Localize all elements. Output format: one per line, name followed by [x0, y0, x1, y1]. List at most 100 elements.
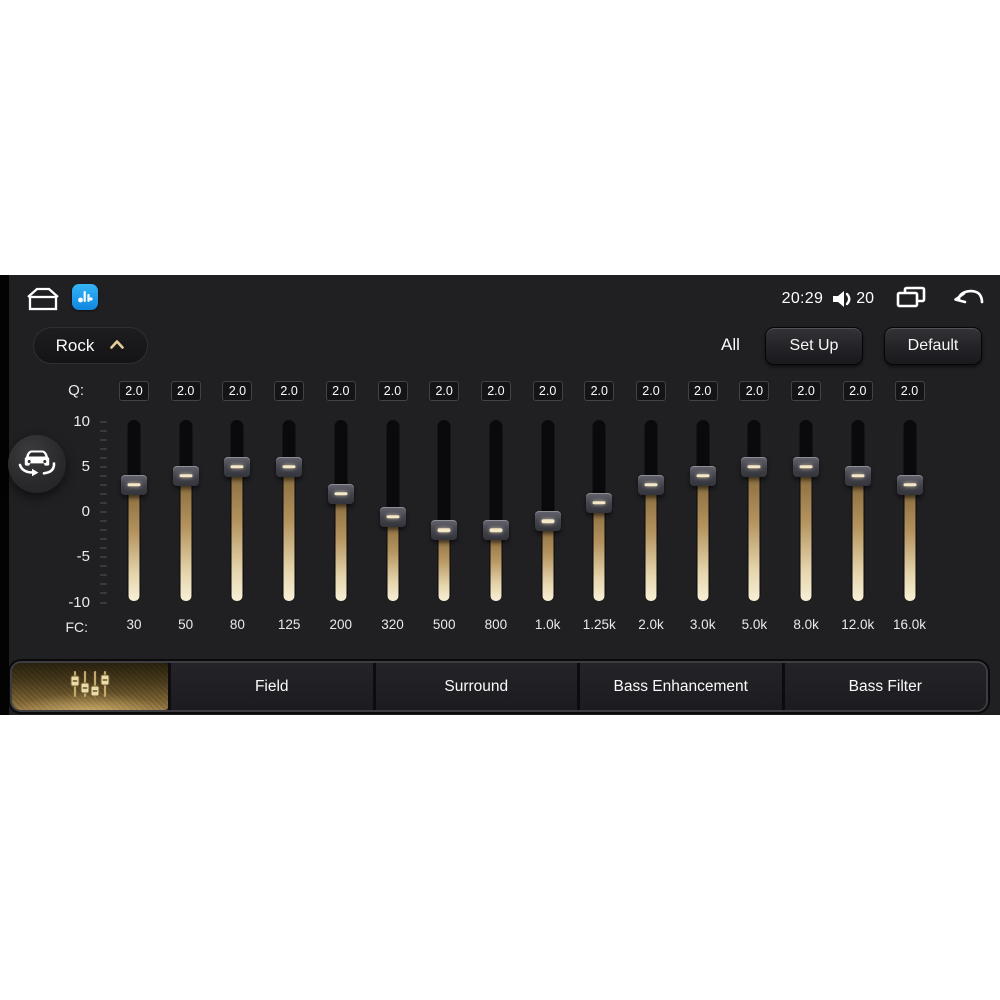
axis-tick — [100, 574, 107, 577]
fc-label-1.25k: 1.25k — [582, 617, 616, 632]
q-value-1.0k[interactable]: 2.0 — [532, 381, 563, 401]
axis-tick — [100, 538, 107, 541]
axis-tick — [100, 429, 107, 432]
axis-tick — [100, 501, 107, 504]
fc-label-12.0k: 12.0k — [841, 617, 875, 632]
fc-label-8.0k: 8.0k — [793, 617, 819, 632]
slider-handle-3.0k[interactable] — [689, 465, 716, 486]
fc-label-2.0k: 2.0k — [638, 617, 664, 632]
q-value-50[interactable]: 2.0 — [170, 381, 201, 401]
q-value-320[interactable]: 2.0 — [377, 381, 408, 401]
slider-fill-3.0k — [697, 475, 709, 601]
home-button[interactable] — [24, 286, 62, 312]
fc-label-50: 50 — [178, 617, 194, 632]
slider-fill-16.0k — [904, 484, 915, 601]
slider-fill-125 — [283, 466, 295, 601]
axis-tick — [100, 601, 107, 604]
axis-tick — [100, 511, 107, 513]
slider-handle-800[interactable] — [482, 520, 509, 541]
slider-fill-1.0k — [542, 521, 554, 601]
axis-tick — [100, 465, 107, 468]
slider-handle-8.0k[interactable] — [793, 456, 820, 477]
fc-label-1.0k: 1.0k — [534, 617, 561, 632]
back-arrow-icon — [952, 286, 984, 313]
band-3.0k: 2.0 3.0k — [677, 275, 729, 655]
tab-label: Bass Enhancement — [613, 677, 748, 695]
axis-tick — [100, 592, 107, 595]
slider-handle-2.0k[interactable] — [638, 474, 664, 495]
q-value-80[interactable]: 2.0 — [222, 381, 253, 401]
q-axis-label: Q: — [68, 382, 84, 399]
slider-fill-800 — [490, 530, 502, 601]
slider-handle-30[interactable] — [121, 474, 147, 495]
band-320: 2.0 320 — [367, 275, 419, 655]
band-800: 2.0 800 — [470, 275, 522, 655]
band-1.0k: 2.0 1.0k — [522, 275, 574, 655]
back-button[interactable] — [952, 286, 984, 313]
equalizer-app-icon[interactable] — [72, 284, 98, 310]
fc-label-200: 200 — [329, 617, 353, 632]
band-80: 2.0 80 — [211, 275, 263, 655]
tab-label: Field — [254, 677, 289, 695]
equalizer-screen: 20:29 20 Rock All Set Up Default Q: FC: … — [0, 275, 1000, 715]
q-value-5.0k[interactable]: 2.0 — [739, 381, 770, 401]
axis-tick — [100, 483, 107, 486]
slider-handle-80[interactable] — [224, 456, 251, 477]
tab-equalizer[interactable] — [12, 663, 168, 710]
car-audio-button[interactable] — [8, 435, 66, 493]
car-surround-icon — [17, 444, 57, 485]
q-value-8.0k[interactable]: 2.0 — [791, 381, 822, 401]
slider-handle-500[interactable] — [431, 520, 458, 541]
axis-tick — [100, 547, 107, 550]
band-16.0k: 2.0 16.0k — [884, 275, 936, 655]
fc-label-80: 80 — [229, 617, 245, 632]
fc-axis-label: FC: — [65, 619, 88, 635]
fc-label-30: 30 — [126, 617, 142, 632]
axis-tick — [100, 556, 107, 559]
q-value-125[interactable]: 2.0 — [274, 381, 305, 401]
band-200: 2.0 200 — [315, 275, 367, 655]
band-50: 2.0 50 — [160, 275, 212, 655]
q-value-800[interactable]: 2.0 — [480, 381, 511, 401]
q-value-16.0k[interactable]: 2.0 — [894, 381, 925, 401]
slider-handle-5.0k[interactable] — [741, 456, 768, 477]
tab-bass-enhancement[interactable]: Bass Enhancement — [577, 663, 782, 710]
axis-tick — [100, 420, 107, 423]
slider-handle-125[interactable] — [276, 456, 303, 477]
band-12.0k: 2.0 12.0k — [832, 275, 884, 655]
q-value-2.0k[interactable]: 2.0 — [636, 381, 666, 401]
band-2.0k: 2.0 2.0k — [625, 275, 677, 655]
tab-bass-filter[interactable]: Bass Filter — [781, 663, 986, 710]
slider-handle-1.0k[interactable] — [534, 511, 561, 532]
slider-fill-2.0k — [645, 484, 657, 601]
tab-surround[interactable]: Surround — [372, 663, 577, 710]
slider-handle-1.25k[interactable] — [586, 492, 613, 513]
slider-fill-500 — [438, 530, 450, 601]
axis-tick — [100, 529, 107, 532]
axis-tick — [100, 565, 107, 568]
slider-handle-50[interactable] — [172, 465, 199, 486]
slider-handle-320[interactable] — [379, 506, 406, 527]
axis-tick — [100, 447, 107, 450]
axis-tick — [100, 583, 107, 586]
q-value-200[interactable]: 2.0 — [325, 381, 356, 401]
slider-fill-320 — [387, 516, 398, 601]
q-value-3.0k[interactable]: 2.0 — [687, 381, 718, 401]
slider-handle-16.0k[interactable] — [896, 474, 923, 495]
tab-field[interactable]: Field — [168, 663, 373, 710]
fc-label-125: 125 — [277, 617, 301, 632]
slider-fill-50 — [180, 475, 192, 601]
axis-tick — [100, 456, 107, 459]
band-1.25k: 2.0 1.25k — [573, 275, 625, 655]
slider-fill-30 — [128, 484, 140, 601]
equalizer-sliders-icon — [67, 669, 113, 704]
q-value-500[interactable]: 2.0 — [429, 381, 460, 401]
q-value-12.0k[interactable]: 2.0 — [842, 381, 873, 401]
fc-label-16.0k: 16.0k — [892, 617, 927, 632]
slider-handle-200[interactable] — [327, 483, 354, 504]
fc-label-800: 800 — [484, 617, 508, 632]
slider-handle-12.0k[interactable] — [844, 465, 871, 486]
gain-axis-label: -5 — [76, 548, 90, 566]
q-value-30[interactable]: 2.0 — [119, 381, 149, 401]
q-value-1.25k[interactable]: 2.0 — [584, 381, 615, 401]
